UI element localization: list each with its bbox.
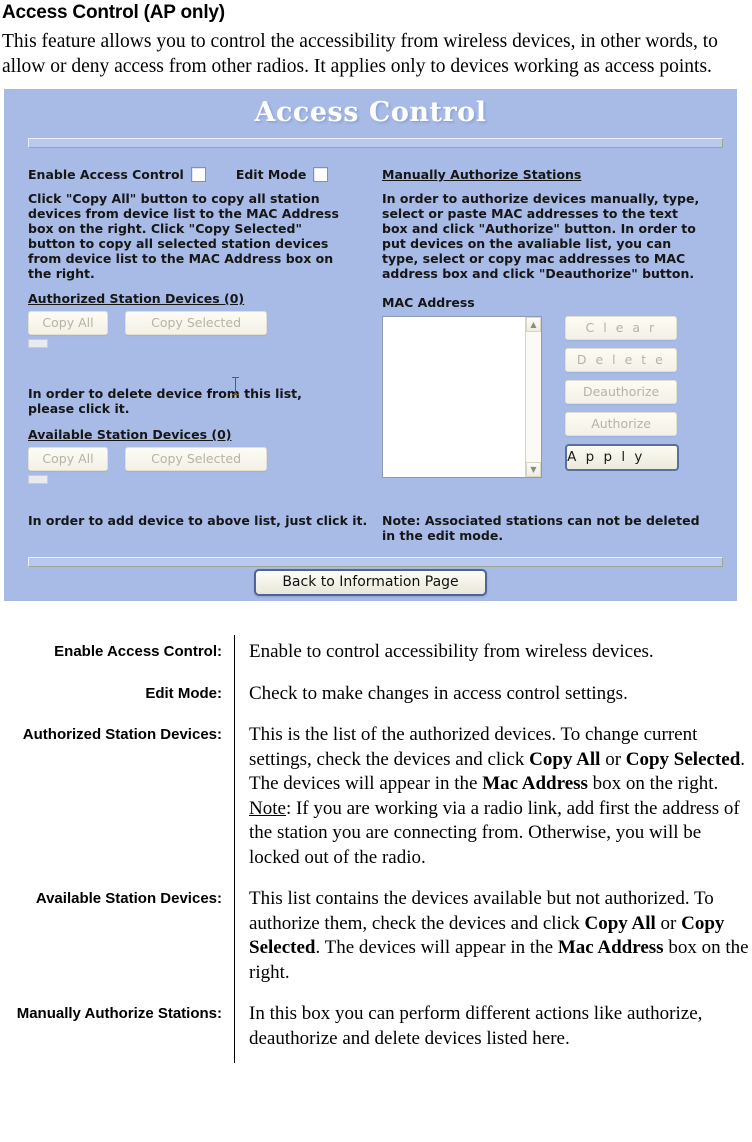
mac-address-scrollbar[interactable]: ▲ ▼ bbox=[525, 317, 541, 477]
copy-help-text: Click "Copy All" button to copy all stat… bbox=[28, 191, 340, 281]
enable-access-control-checkbox[interactable] bbox=[191, 167, 206, 182]
mac-address-textarea[interactable]: ▲ ▼ bbox=[382, 316, 542, 478]
authorized-station-devices-list[interactable] bbox=[28, 339, 48, 348]
authorized-copy-all-button[interactable]: Copy All bbox=[28, 311, 108, 335]
panel-title: Access Control bbox=[4, 89, 737, 128]
access-control-screenshot-panel: Access Control Enable Access Control Edi… bbox=[4, 89, 737, 601]
available-copy-selected-button[interactable]: Copy Selected bbox=[125, 447, 267, 471]
edit-mode-note-text: Note: Associated stations can not be del… bbox=[382, 513, 712, 543]
panel-right-column: Manually Authorize Stations In order to … bbox=[382, 167, 722, 478]
definition-description: This list contains the devices available… bbox=[235, 882, 752, 997]
mac-address-row: ▲ ▼ C l e a r D e l e t e Deauthorize Au… bbox=[382, 316, 722, 478]
definition-row: Manually Authorize Stations:In this box … bbox=[0, 997, 752, 1063]
definition-term: Enable Access Control: bbox=[0, 635, 235, 677]
edit-mode-checkbox[interactable] bbox=[313, 167, 328, 182]
authorized-copy-buttons: Copy All Copy Selected bbox=[28, 311, 374, 335]
field-definitions-table: Enable Access Control:Enable to control … bbox=[0, 635, 752, 1063]
field-definitions-body: Enable Access Control:Enable to control … bbox=[0, 635, 752, 1063]
definition-term: Edit Mode: bbox=[0, 677, 235, 719]
available-station-devices-heading: Available Station Devices (0) bbox=[28, 427, 374, 442]
panel-footer: Back to Information Page bbox=[4, 569, 737, 596]
definition-description: Check to make changes in access control … bbox=[235, 677, 752, 719]
panel-divider-top bbox=[28, 138, 723, 148]
definition-description: This is the list of the authorized devic… bbox=[235, 718, 752, 882]
scroll-up-arrow-icon[interactable]: ▲ bbox=[526, 317, 541, 332]
available-copy-all-button[interactable]: Copy All bbox=[28, 447, 108, 471]
enable-access-control-label: Enable Access Control bbox=[28, 167, 184, 182]
authorized-copy-selected-button[interactable]: Copy Selected bbox=[125, 311, 267, 335]
definition-term: Authorized Station Devices: bbox=[0, 718, 235, 882]
toggles-row: Enable Access Control Edit Mode bbox=[28, 167, 374, 182]
definition-term: Manually Authorize Stations: bbox=[0, 997, 235, 1063]
page-title: Access Control (AP only) bbox=[2, 2, 752, 24]
definition-row: Edit Mode:Check to make changes in acces… bbox=[0, 677, 752, 719]
deauthorize-button[interactable]: Deauthorize bbox=[565, 380, 677, 404]
available-station-devices-list[interactable] bbox=[28, 475, 48, 484]
clear-button[interactable]: C l e a r bbox=[565, 316, 677, 340]
authorize-button[interactable]: Authorize bbox=[565, 412, 677, 436]
available-copy-buttons: Copy All Copy Selected bbox=[28, 447, 374, 471]
scroll-down-arrow-icon[interactable]: ▼ bbox=[526, 462, 541, 477]
manually-authorize-stations-heading: Manually Authorize Stations bbox=[382, 167, 722, 182]
delete-help-text: In order to delete device from this list… bbox=[28, 386, 340, 416]
text-cursor-icon bbox=[235, 377, 236, 395]
panel-divider-bottom bbox=[28, 557, 723, 567]
panel-left-column: Enable Access Control Edit Mode Click "C… bbox=[28, 167, 374, 484]
mac-action-buttons: C l e a r D e l e t e Deauthorize Author… bbox=[565, 316, 679, 471]
definition-row: Available Station Devices:This list cont… bbox=[0, 882, 752, 997]
add-help-text: In order to add device to above list, ju… bbox=[28, 513, 368, 528]
definition-row: Enable Access Control:Enable to control … bbox=[0, 635, 752, 677]
page-intro-paragraph: This feature allows you to control the a… bbox=[2, 29, 752, 79]
authorized-station-devices-heading: Authorized Station Devices (0) bbox=[28, 291, 374, 306]
definition-term: Available Station Devices: bbox=[0, 882, 235, 997]
delete-button[interactable]: D e l e t e bbox=[565, 348, 677, 372]
definition-description: Enable to control accessibility from wir… bbox=[235, 635, 752, 677]
back-to-information-page-button[interactable]: Back to Information Page bbox=[254, 569, 486, 596]
definition-description: In this box you can perform different ac… bbox=[235, 997, 752, 1063]
apply-button[interactable]: A p p l y bbox=[565, 444, 679, 471]
mac-address-label: MAC Address bbox=[382, 295, 722, 310]
edit-mode-label: Edit Mode bbox=[236, 167, 307, 182]
manual-help-text: In order to authorize devices manually, … bbox=[382, 191, 704, 281]
definition-row: Authorized Station Devices:This is the l… bbox=[0, 718, 752, 882]
